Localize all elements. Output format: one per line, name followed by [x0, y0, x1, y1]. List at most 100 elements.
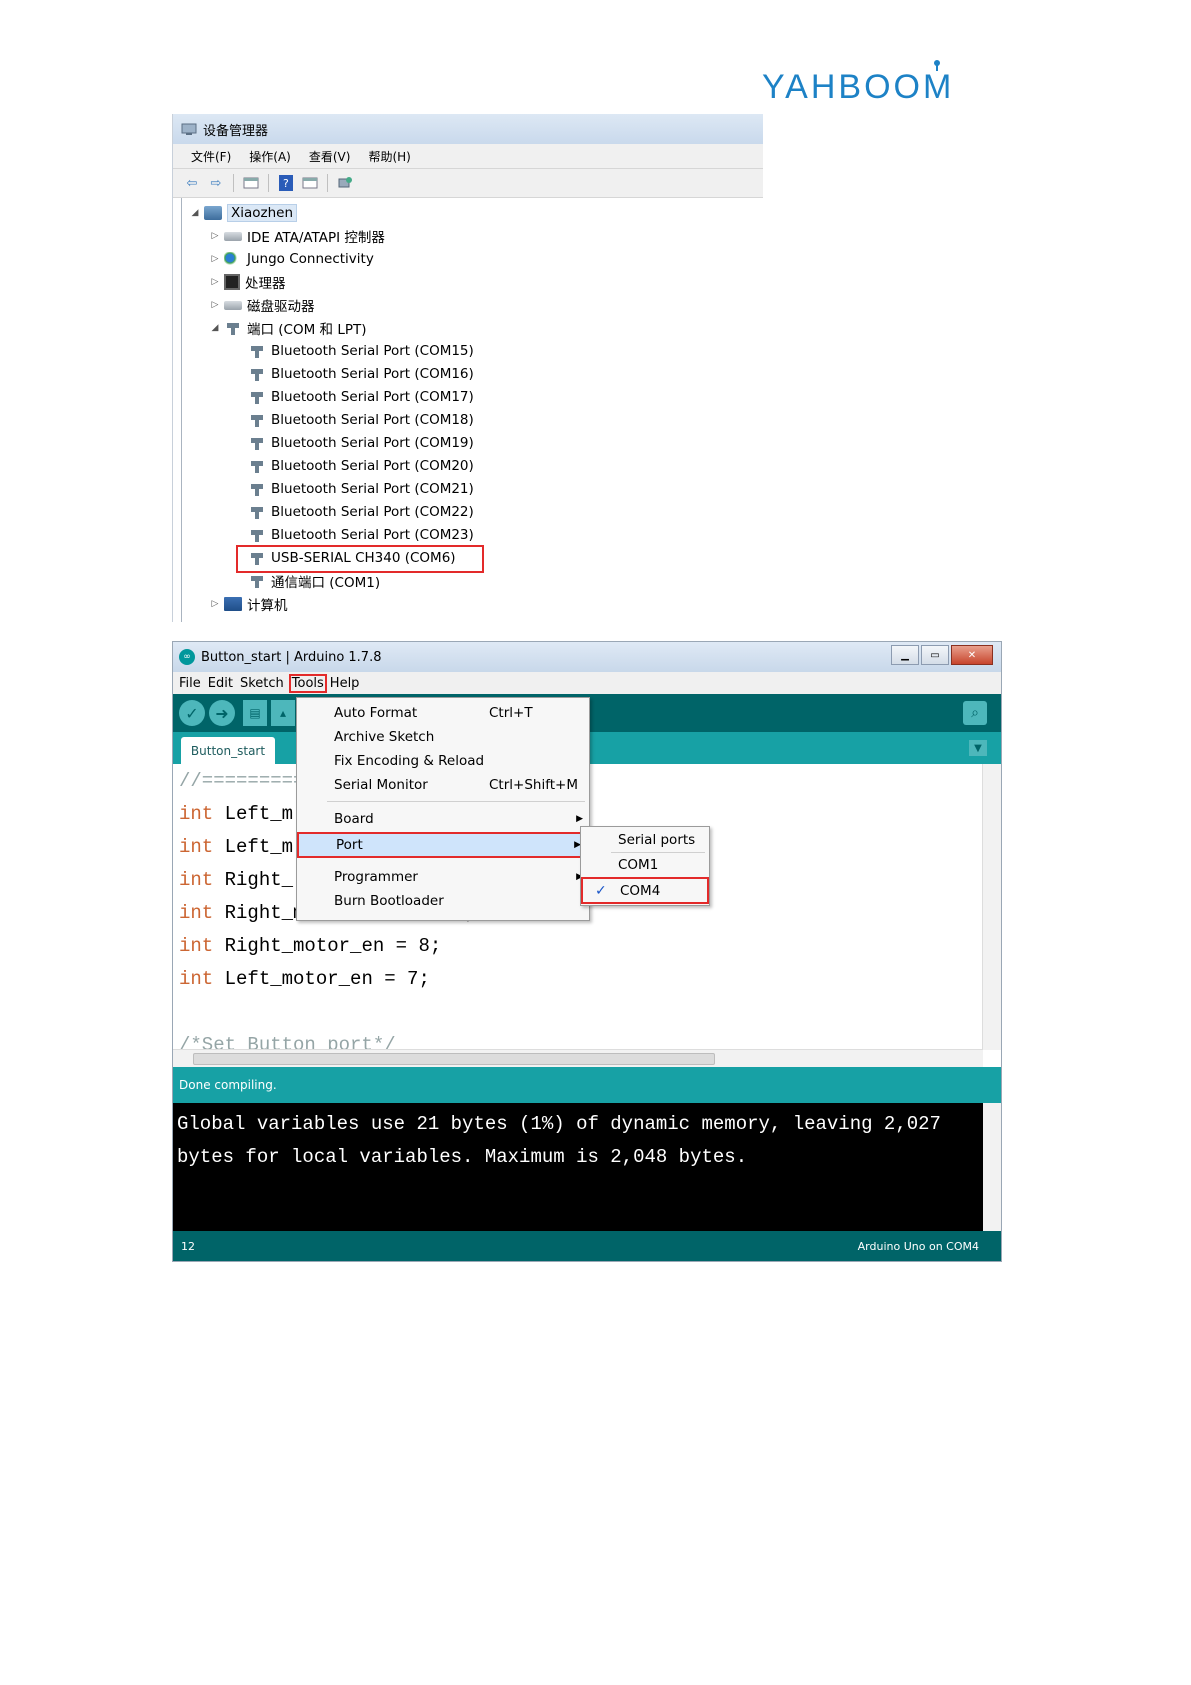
port-icon [248, 482, 266, 496]
upload-icon[interactable]: ➜ [209, 700, 235, 726]
editor-vertical-scrollbar[interactable] [982, 764, 1001, 1050]
menu-file[interactable]: 文件(F) [191, 148, 231, 165]
menu-help[interactable]: Help [330, 676, 360, 691]
menu-item-auto-format[interactable]: Auto Format Ctrl+T [297, 702, 589, 724]
menu-item-serial-monitor[interactable]: Serial Monitor Ctrl+Shift+M [297, 774, 589, 796]
code-keyword: int [179, 836, 214, 858]
menu-action[interactable]: 操作(A) [249, 148, 291, 165]
code-text: Left_m [213, 803, 294, 825]
toolbar-divider [268, 174, 269, 192]
expand-arrow-icon[interactable]: ▷ [210, 300, 220, 310]
arduino-logo-icon: ∞ [179, 649, 195, 665]
port-item[interactable]: Bluetooth Serial Port (COM17) [248, 386, 474, 408]
port-item-label: Bluetooth Serial Port (COM20) [271, 458, 474, 474]
scrollbar-thumb[interactable] [193, 1053, 715, 1065]
console-scrollbar[interactable] [983, 1103, 1001, 1231]
expand-arrow-icon[interactable]: ▷ [210, 231, 220, 241]
menu-item-label: Burn Bootloader [334, 893, 444, 909]
expand-arrow-icon[interactable]: ▷ [210, 599, 220, 609]
code-keyword: int [179, 902, 214, 924]
tree-category-label: IDE ATA/ATAPI 控制器 [247, 230, 385, 246]
menu-file[interactable]: File [179, 676, 201, 691]
menu-item-programmer[interactable]: Programmer ▶ [297, 866, 589, 888]
device-manager-title: 设备管理器 [203, 123, 269, 139]
status-bar: Done compiling. [173, 1067, 1001, 1103]
arduino-footer: 12 Arduino Uno on COM4 [173, 1231, 1001, 1261]
view-icon[interactable] [301, 175, 319, 191]
tree-category[interactable]: ▷ IDE ATA/ATAPI 控制器 [210, 225, 385, 247]
help-icon[interactable]: ? [277, 175, 295, 191]
port-icon [248, 528, 266, 542]
port-item[interactable]: Bluetooth Serial Port (COM16) [248, 363, 474, 385]
minimize-icon[interactable]: ▁ [891, 645, 919, 665]
tree-category[interactable]: ▷ 磁盘驱动器 [210, 294, 315, 316]
port-item[interactable]: Bluetooth Serial Port (COM23) [248, 524, 474, 546]
port-item[interactable]: Bluetooth Serial Port (COM19) [248, 432, 474, 454]
arduino-titlebar: ∞ Button_start | Arduino 1.7.8 ▁ ▭ ✕ [173, 642, 1001, 672]
tree-category[interactable]: ▷ Jungo Connectivity [210, 248, 374, 270]
menu-tools[interactable]: Tools [288, 673, 327, 693]
menu-sketch[interactable]: Sketch [240, 676, 284, 691]
tree-root-label: Xiaozhen [227, 204, 298, 222]
back-arrow-icon[interactable]: ⇦ [183, 175, 201, 191]
tree-category[interactable]: ▷ 处理器 [210, 271, 286, 293]
line-number: 12 [181, 1239, 195, 1253]
tab-menu-icon[interactable]: ▼ [969, 740, 987, 756]
collapse-arrow-icon[interactable]: ◢ [190, 208, 200, 218]
collapse-arrow-icon[interactable]: ◢ [210, 323, 220, 333]
port-item-label: Bluetooth Serial Port (COM19) [271, 435, 474, 451]
port-submenu-header: Serial ports [581, 828, 709, 852]
tree-category-label: Jungo Connectivity [247, 251, 374, 267]
port-item-label: Bluetooth Serial Port (COM16) [271, 366, 474, 382]
menu-item-label: Archive Sketch [334, 729, 435, 745]
port-item[interactable]: Bluetooth Serial Port (COM22) [248, 501, 474, 523]
new-sketch-icon[interactable]: ▤ [243, 700, 267, 726]
maximize-icon[interactable]: ▭ [921, 645, 949, 665]
menu-item-board[interactable]: Board ▶ [297, 808, 589, 830]
tree-category-label: 计算机 [247, 598, 288, 614]
device-manager-window: 设备管理器 文件(F) 操作(A) 查看(V) 帮助(H) ⇦ ⇨ ? ◢ Xi… [172, 114, 763, 622]
code-line: int Right_motor_en = 8; [179, 935, 441, 957]
tab-button-start[interactable]: Button_start [181, 737, 275, 764]
port-item[interactable]: Bluetooth Serial Port (COM15) [248, 340, 474, 362]
tree-category[interactable]: ◢ 端口 (COM 和 LPT) [210, 317, 367, 339]
port-item[interactable]: Bluetooth Serial Port (COM20) [248, 455, 474, 477]
port-option-com1[interactable]: COM1 [581, 853, 709, 877]
expand-arrow-icon[interactable]: ▷ [210, 254, 220, 264]
forward-arrow-icon[interactable]: ⇨ [207, 175, 225, 191]
tree-root[interactable]: ◢ Xiaozhen [190, 202, 298, 224]
menu-view[interactable]: 查看(V) [309, 148, 351, 165]
properties-icon[interactable] [242, 175, 260, 191]
port-icon [248, 574, 266, 588]
window-title: Button_start | Arduino 1.7.8 [201, 649, 382, 665]
computer-icon [204, 206, 222, 220]
arduino-menubar: File Edit Sketch Tools Help [173, 672, 1001, 694]
port-item-label: 通信端口 (COM1) [271, 575, 381, 591]
serial-monitor-icon[interactable]: ⌕ [963, 701, 987, 725]
port-item-label: Bluetooth Serial Port (COM21) [271, 481, 474, 497]
scan-hardware-icon[interactable] [336, 175, 354, 191]
menu-item-archive-sketch[interactable]: Archive Sketch [297, 726, 589, 748]
editor-horizontal-scrollbar[interactable] [173, 1049, 983, 1067]
menu-item-shortcut: Ctrl+Shift+M [489, 777, 578, 793]
tree-category-label: 磁盘驱动器 [247, 299, 315, 315]
device-manager-icon [181, 122, 197, 136]
open-sketch-icon[interactable]: ▴ [271, 700, 295, 726]
port-item[interactable]: Bluetooth Serial Port (COM21) [248, 478, 474, 500]
tree-category-label: 处理器 [245, 276, 286, 292]
verify-icon[interactable]: ✓ [179, 700, 205, 726]
port-item[interactable]: Bluetooth Serial Port (COM18) [248, 409, 474, 431]
menu-item-port[interactable]: Port ▶ [297, 832, 589, 858]
menu-item-label: Auto Format [334, 705, 418, 721]
expand-arrow-icon[interactable]: ▷ [210, 277, 220, 287]
close-icon[interactable]: ✕ [951, 645, 993, 665]
menu-help[interactable]: 帮助(H) [368, 148, 410, 165]
port-item[interactable]: 通信端口 (COM1) [248, 570, 380, 592]
menu-item-burn-bootloader[interactable]: Burn Bootloader [297, 890, 589, 912]
menu-item-label: Port [336, 837, 363, 853]
port-option-com4[interactable]: ✓ COM4 [581, 877, 709, 904]
tree-category[interactable]: ▷ 计算机 [210, 593, 288, 615]
port-item-label: Bluetooth Serial Port (COM17) [271, 389, 474, 405]
menu-item-fix-encoding[interactable]: Fix Encoding & Reload [297, 750, 589, 772]
menu-edit[interactable]: Edit [208, 676, 233, 691]
